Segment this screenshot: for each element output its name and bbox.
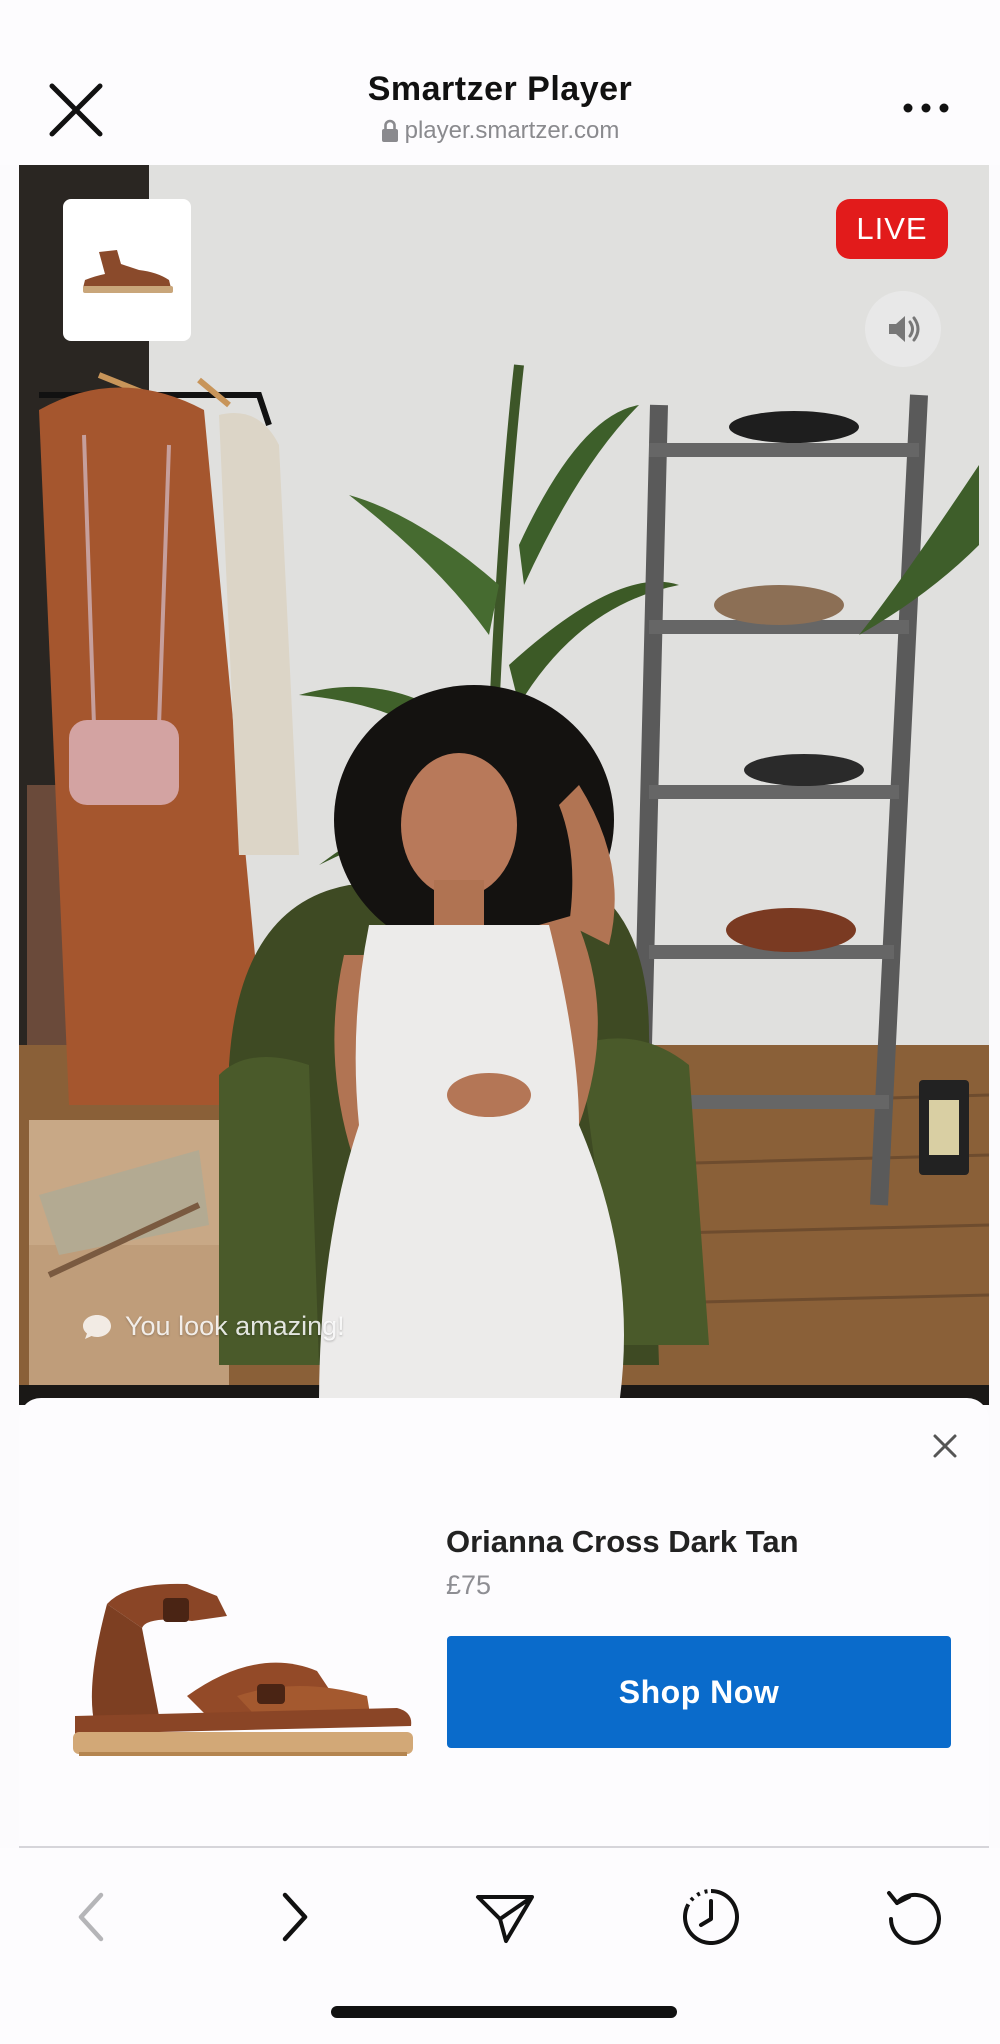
forward-button[interactable] bbox=[260, 1882, 330, 1952]
comment-text: You look amazing! bbox=[125, 1311, 345, 1341]
history-icon bbox=[683, 1889, 739, 1945]
product-image bbox=[73, 1583, 413, 1756]
more-horizontal-icon bbox=[903, 103, 949, 113]
share-icon bbox=[476, 1895, 534, 1943]
back-button[interactable] bbox=[56, 1882, 126, 1952]
browser-header: Smartzer Player player.smartzer.com bbox=[0, 0, 1000, 165]
product-name: Orianna Cross Dark Tan bbox=[446, 1524, 799, 1559]
live-badge: LIVE bbox=[836, 199, 948, 259]
live-video[interactable]: LIVE You look amazing! bbox=[19, 165, 989, 1405]
url-display: player.smartzer.com bbox=[381, 117, 620, 145]
browser-toolbar bbox=[0, 1848, 1000, 2044]
home-indicator bbox=[331, 2006, 677, 2018]
shop-now-button[interactable]: Shop Now bbox=[447, 1636, 951, 1748]
back-icon bbox=[78, 1892, 104, 1942]
close-icon bbox=[933, 1434, 957, 1458]
lock-icon bbox=[381, 119, 398, 142]
video-frame-image bbox=[19, 165, 989, 1405]
product-thumbnail[interactable] bbox=[63, 199, 191, 341]
more-options-button[interactable] bbox=[896, 90, 956, 126]
share-button[interactable] bbox=[470, 1882, 540, 1952]
history-button[interactable] bbox=[676, 1882, 746, 1952]
sandal-thumbnail-image bbox=[83, 250, 173, 293]
product-card: Orianna Cross Dark Tan £75 Shop Now bbox=[19, 1398, 989, 1846]
title-block: Smartzer Player player.smartzer.com bbox=[0, 70, 1000, 148]
mute-button[interactable] bbox=[865, 291, 941, 367]
forward-icon bbox=[282, 1892, 308, 1942]
url-text: player.smartzer.com bbox=[404, 117, 620, 144]
speaker-icon bbox=[889, 316, 920, 342]
reload-icon bbox=[887, 1891, 941, 1945]
page-title: Smartzer Player bbox=[367, 70, 633, 108]
card-close-button[interactable] bbox=[925, 1426, 965, 1466]
product-price: £75 bbox=[446, 1570, 492, 1600]
reload-button[interactable] bbox=[880, 1882, 950, 1952]
chat-bubble-icon bbox=[83, 1314, 111, 1339]
live-comment: You look amazing! bbox=[81, 1311, 345, 1342]
